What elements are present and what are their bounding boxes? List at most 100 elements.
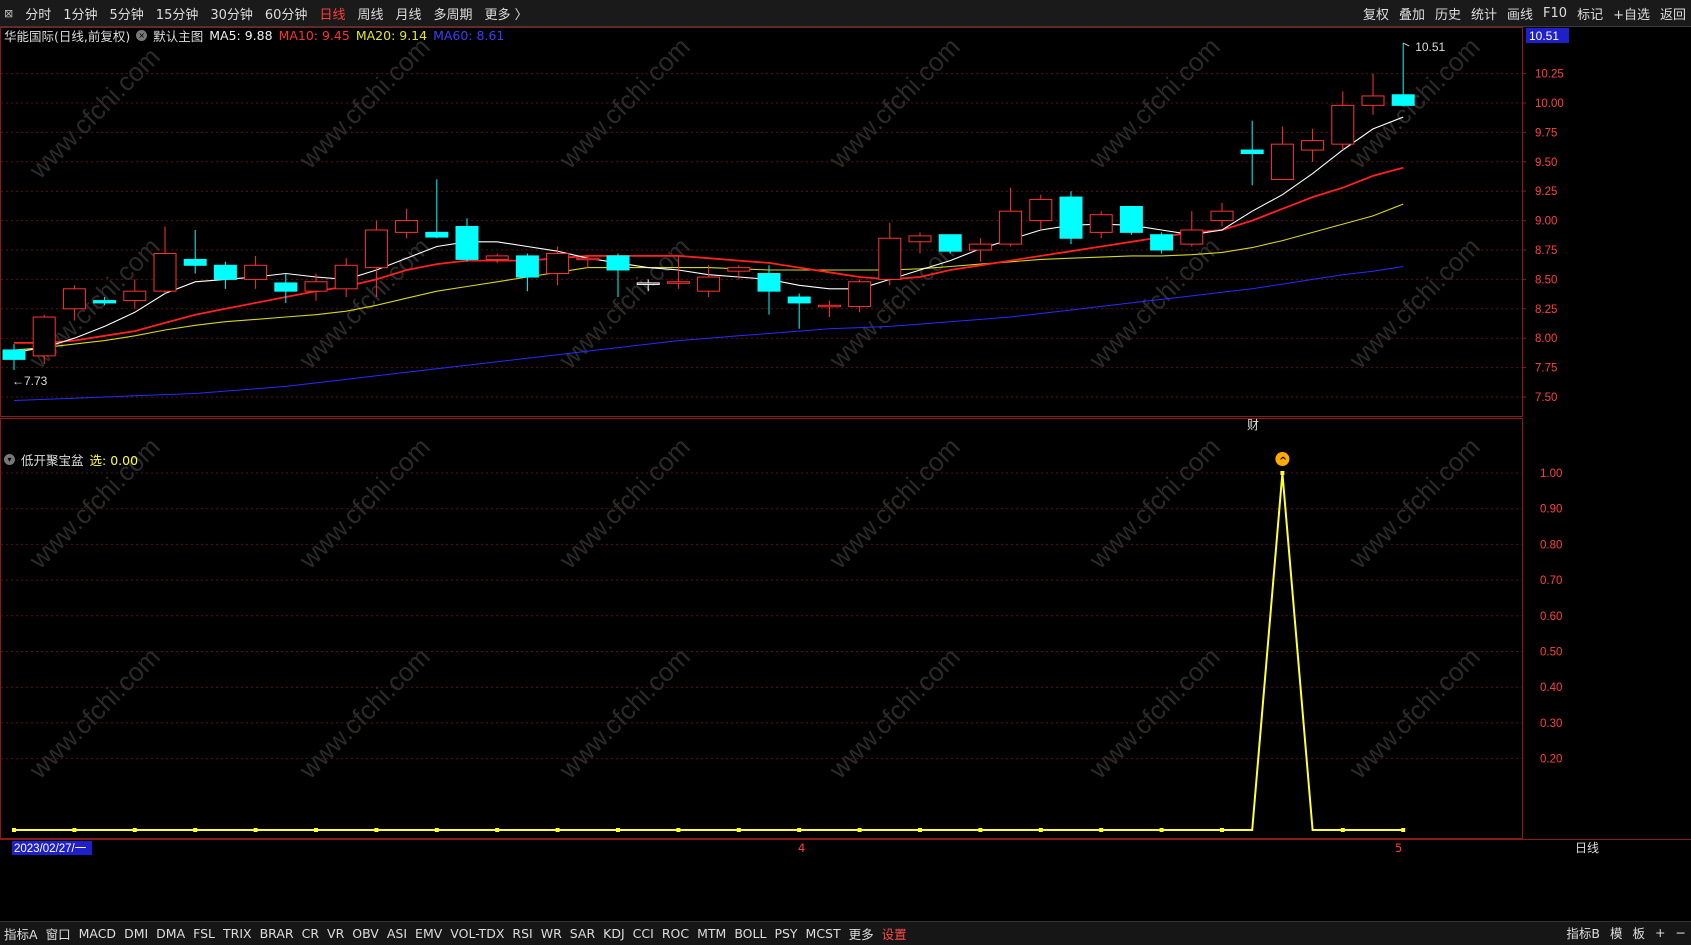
candle-body-up [999, 210, 1023, 245]
indicator-panel-border [0, 418, 1523, 839]
timeframe-tab-0[interactable]: 分时 [19, 4, 57, 23]
indicator-tab-14[interactable]: RSI [508, 926, 536, 941]
indicator-tab-9[interactable]: VR [323, 926, 348, 941]
price-axis-label: 8.00 [1535, 333, 1557, 345]
price-axis-label: 9.00 [1535, 216, 1557, 228]
indicator-tab-13[interactable]: VOL-TDX [446, 926, 508, 941]
collapse-icon[interactable]: ▾ [4, 453, 15, 465]
ma60-legend: MA60: 8.61 [433, 27, 505, 43]
indicator-tab-19[interactable]: ROC [658, 926, 693, 941]
signal-point [1038, 828, 1043, 832]
indicator-tab-11[interactable]: ASI [383, 926, 411, 941]
indicator-tab-6[interactable]: TRIX [219, 926, 256, 941]
high-price-label: 10.51 [1415, 40, 1445, 54]
candle-body-up [908, 235, 932, 243]
candle-body-up [1180, 229, 1204, 245]
indicator-tab-17[interactable]: KDJ [599, 926, 629, 941]
candle-body-up [1301, 140, 1325, 151]
timeframe-tab-2[interactable]: 5分钟 [104, 4, 150, 23]
indicator-tab-22[interactable]: PSY [770, 926, 801, 941]
candle-body-up [576, 257, 600, 261]
chart-canvas[interactable]: www.cfchi.com www.cfchi.com www.cfchi.com w… [0, 0, 1691, 944]
tool-button-4[interactable]: 画线 [1502, 4, 1538, 23]
timeframe-tab-1[interactable]: 1分钟 [57, 4, 103, 23]
bottom-control-1[interactable]: 模 [1605, 923, 1628, 942]
bottom-control-0[interactable]: 指标B [1561, 923, 1605, 942]
timeframe-tab-8[interactable]: 月线 [389, 4, 427, 23]
indicator-axis-label: 0.70 [1540, 575, 1562, 587]
candle-body-up [727, 267, 751, 272]
timeframe-tab-10[interactable]: 更多 〉 [479, 4, 534, 23]
indicator-tab-24[interactable]: 更多 [845, 924, 878, 943]
timeframe-tab-6[interactable]: 日线 [313, 4, 351, 23]
month-label-4: 4 [798, 841, 805, 855]
indicator-axis-label: 0.30 [1540, 718, 1562, 730]
watermark-text: www.cfchi.com [552, 231, 695, 374]
watermark-text: www.cfchi.com [22, 41, 165, 184]
bottom-control-2[interactable]: 板 [1628, 923, 1651, 942]
tool-button-0[interactable]: 复权 [1358, 4, 1394, 23]
tool-button-2[interactable]: 历史 [1430, 4, 1466, 23]
start-date-label: 2023/02/27/一 [14, 843, 87, 855]
signal-point [434, 828, 439, 832]
timeframe-tabs: 分时 1分钟 5分钟 15分钟 30分钟 60分钟 日线 周线 月线 多周期 更多 〉 [19, 4, 533, 23]
indicator-tab-2[interactable]: MACD [75, 926, 120, 941]
candle-body-down [1240, 149, 1264, 155]
indicator-tab-0[interactable]: 指标A [0, 924, 42, 943]
timeframe-tab-9[interactable]: 多周期 [427, 4, 478, 23]
tool-button-3[interactable]: 统计 [1466, 4, 1502, 23]
window-control-icon[interactable]: ⊠ [0, 7, 19, 20]
timeframe-tab-7[interactable]: 周线 [351, 4, 389, 23]
candle-body-up [1270, 143, 1294, 180]
indicator-tab-1[interactable]: 窗口 [42, 924, 75, 943]
candle-body-down [1391, 94, 1415, 106]
indicator-tab-23[interactable]: MCST [802, 926, 845, 941]
bottom-control-3[interactable]: + [1650, 925, 1670, 940]
candle-body-up [1029, 198, 1053, 222]
timeframe-tab-5[interactable]: 60分钟 [259, 4, 314, 23]
timeframe-tab-3[interactable]: 15分钟 [150, 4, 205, 23]
candle-body-down [93, 300, 117, 304]
indicator-tab-5[interactable]: FSL [189, 926, 219, 941]
watermark-text: www.cfchi.com [292, 431, 435, 574]
indicator-name[interactable]: 低开聚宝盆 [21, 450, 84, 469]
indicator-legend: ▾ 低开聚宝盆 选: 0.00 [4, 450, 144, 468]
indicator-tab-12[interactable]: EMV [411, 926, 446, 941]
watermark-text: www.cfchi.com [292, 231, 435, 374]
template-name[interactable]: 默认主图 [153, 26, 203, 45]
indicator-tab-10[interactable]: OBV [348, 926, 383, 941]
watermark-text: www.cfchi.com [292, 31, 435, 174]
signal-point [676, 828, 681, 832]
bottom-control-4[interactable]: − [1671, 925, 1691, 940]
tool-button-6[interactable]: 标记 [1572, 4, 1608, 23]
timeframe-tab-4[interactable]: 30分钟 [204, 4, 259, 23]
tool-button-5[interactable]: F10 [1538, 6, 1572, 21]
watermark-text: www.cfchi.com [552, 641, 695, 784]
indicator-tab-8[interactable]: CR [298, 926, 323, 941]
candle-body-up [878, 237, 902, 280]
indicator-tab-3[interactable]: DMI [120, 926, 152, 941]
candle-body-up [485, 255, 509, 260]
indicator-tab-15[interactable]: WR [537, 926, 566, 941]
stock-title[interactable]: 华能国际(日线,前复权) [4, 26, 130, 45]
indicator-tab-20[interactable]: MTM [693, 926, 730, 941]
indicator-tab-16[interactable]: SAR [566, 926, 599, 941]
indicator-tab-7[interactable]: BRAR [256, 926, 298, 941]
indicator-tab-21[interactable]: BOLL [730, 926, 770, 941]
tool-button-1[interactable]: 叠加 [1394, 4, 1430, 23]
indicator-tab-4[interactable]: DMA [152, 926, 189, 941]
tool-button-7[interactable]: +自选 [1608, 4, 1655, 23]
candle-body-up [1361, 95, 1385, 106]
candle-body-up [697, 276, 721, 292]
candle-body-down [425, 231, 449, 238]
indicator-tab-18[interactable]: CCI [629, 926, 658, 941]
bottom-right-controls: 指标B 模板 + − [1561, 921, 1691, 944]
template-settings-icon[interactable]: × [136, 29, 148, 41]
main-chart-legend: 华能国际(日线,前复权) × 默认主图 MA5: 9.88 MA10: 9.45… [4, 26, 510, 44]
tool-button-8[interactable]: 返回 [1655, 4, 1691, 23]
indicator-axis-label: 0.90 [1540, 504, 1562, 516]
indicator-tab-25[interactable]: 设置 [878, 924, 911, 943]
watermark-text: www.cfchi.com [1082, 231, 1225, 374]
watermark-text: www.cfchi.com [1082, 641, 1225, 784]
candle-body-up [1331, 104, 1355, 145]
